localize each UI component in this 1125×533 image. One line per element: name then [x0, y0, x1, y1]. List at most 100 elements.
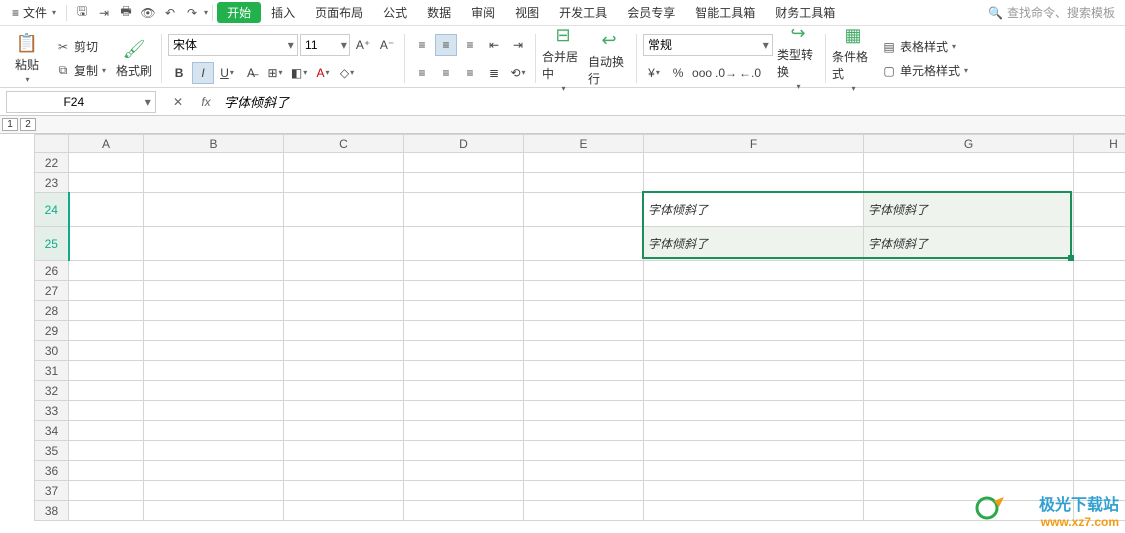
cell[interactable]: [144, 281, 284, 301]
cell[interactable]: [69, 461, 144, 481]
cell[interactable]: [644, 461, 864, 481]
fill-color-button[interactable]: ◧▾: [288, 62, 310, 84]
chevron-down-icon[interactable]: ▾: [760, 38, 773, 52]
col-header-E[interactable]: E: [524, 135, 644, 153]
number-format-input[interactable]: [644, 38, 759, 52]
cell[interactable]: [69, 321, 144, 341]
cell[interactable]: [644, 421, 864, 441]
cell[interactable]: [864, 401, 1074, 421]
cell[interactable]: [404, 341, 524, 361]
cell[interactable]: [524, 461, 644, 481]
cell[interactable]: 字体倾斜了: [644, 227, 864, 261]
undo-icon[interactable]: ↶: [159, 2, 181, 24]
cell[interactable]: [284, 193, 404, 227]
cell[interactable]: [1074, 461, 1125, 481]
font-name-input[interactable]: [169, 38, 284, 52]
tab-财务工具箱[interactable]: 财务工具箱: [765, 4, 845, 21]
cell[interactable]: [524, 381, 644, 401]
cell[interactable]: [144, 441, 284, 461]
cell[interactable]: [69, 301, 144, 321]
border-button[interactable]: ⊞▾: [264, 62, 286, 84]
cell[interactable]: [69, 173, 144, 193]
cell[interactable]: [144, 301, 284, 321]
col-header-G[interactable]: G: [864, 135, 1074, 153]
cell[interactable]: [284, 341, 404, 361]
cell[interactable]: [1074, 381, 1125, 401]
cell[interactable]: [644, 501, 864, 521]
cell[interactable]: [644, 261, 864, 281]
align-right-button[interactable]: ≡: [459, 62, 481, 84]
cell[interactable]: [524, 501, 644, 521]
cell[interactable]: [284, 421, 404, 441]
select-all-corner[interactable]: [35, 135, 69, 153]
col-header-F[interactable]: F: [644, 135, 864, 153]
copy-button[interactable]: ⧉复制▾: [52, 61, 109, 81]
col-header-A[interactable]: A: [69, 135, 144, 153]
cell[interactable]: [284, 381, 404, 401]
italic-button[interactable]: I: [192, 62, 214, 84]
row-header[interactable]: 34: [35, 421, 69, 441]
cell[interactable]: [69, 281, 144, 301]
cell[interactable]: [524, 481, 644, 501]
cell[interactable]: [864, 441, 1074, 461]
align-top-button[interactable]: ≡: [411, 34, 433, 56]
cell[interactable]: [644, 361, 864, 381]
type-convert-button[interactable]: ↪ 类型转换▾: [777, 30, 819, 84]
cell[interactable]: [524, 153, 644, 173]
currency-button[interactable]: ¥▾: [643, 62, 665, 84]
cell[interactable]: [69, 481, 144, 501]
cell[interactable]: [1074, 301, 1125, 321]
decrease-font-button[interactable]: A⁻: [376, 34, 398, 56]
preview-icon[interactable]: 👁: [137, 2, 159, 24]
chevron-down-icon[interactable]: ▾: [285, 38, 298, 52]
cell[interactable]: [69, 401, 144, 421]
cell[interactable]: [69, 421, 144, 441]
cell[interactable]: [1074, 173, 1125, 193]
justify-button[interactable]: ≣: [483, 62, 505, 84]
row-header[interactable]: 26: [35, 261, 69, 281]
auto-wrap-button[interactable]: ↩ 自动换行: [588, 32, 630, 86]
print-icon[interactable]: 🖶: [115, 2, 137, 24]
cell[interactable]: [69, 227, 144, 261]
cell[interactable]: [404, 227, 524, 261]
col-header-D[interactable]: D: [404, 135, 524, 153]
bold-button[interactable]: B: [168, 62, 190, 84]
export-icon[interactable]: ⇥: [93, 2, 115, 24]
cell[interactable]: [404, 441, 524, 461]
row-header[interactable]: 32: [35, 381, 69, 401]
cell[interactable]: [404, 281, 524, 301]
cell[interactable]: [144, 461, 284, 481]
table-style-button[interactable]: ▤表格样式▾: [878, 37, 971, 57]
command-search[interactable]: 🔍 查找命令、搜索模板: [988, 4, 1125, 21]
font-color-button[interactable]: A▾: [312, 62, 334, 84]
cell[interactable]: [144, 421, 284, 441]
align-center-button[interactable]: ≡: [435, 62, 457, 84]
chevron-down-icon[interactable]: ▾: [339, 38, 349, 52]
merge-center-button[interactable]: ⊟ 合并居中▾: [542, 32, 584, 86]
cell[interactable]: [144, 153, 284, 173]
tab-插入[interactable]: 插入: [261, 4, 305, 21]
cell[interactable]: [69, 501, 144, 521]
cell[interactable]: [404, 261, 524, 281]
cell[interactable]: [144, 501, 284, 521]
tab-审阅[interactable]: 审阅: [461, 4, 505, 21]
cell[interactable]: [284, 301, 404, 321]
col-header-C[interactable]: C: [284, 135, 404, 153]
cell[interactable]: [524, 173, 644, 193]
tab-数据[interactable]: 数据: [417, 4, 461, 21]
cell[interactable]: [524, 301, 644, 321]
cell[interactable]: [144, 481, 284, 501]
cell[interactable]: [144, 173, 284, 193]
cell[interactable]: [144, 361, 284, 381]
cell[interactable]: [284, 153, 404, 173]
row-header[interactable]: 33: [35, 401, 69, 421]
outline-level-1[interactable]: 1: [2, 118, 18, 131]
outline-gutter[interactable]: [0, 134, 34, 533]
cell[interactable]: [404, 401, 524, 421]
row-header[interactable]: 36: [35, 461, 69, 481]
cell[interactable]: [644, 153, 864, 173]
cell[interactable]: [69, 261, 144, 281]
sheet[interactable]: ABCDEFGH 222324字体倾斜了字体倾斜了25字体倾斜了字体倾斜了262…: [34, 134, 1125, 533]
cell[interactable]: [404, 421, 524, 441]
cell[interactable]: [404, 321, 524, 341]
